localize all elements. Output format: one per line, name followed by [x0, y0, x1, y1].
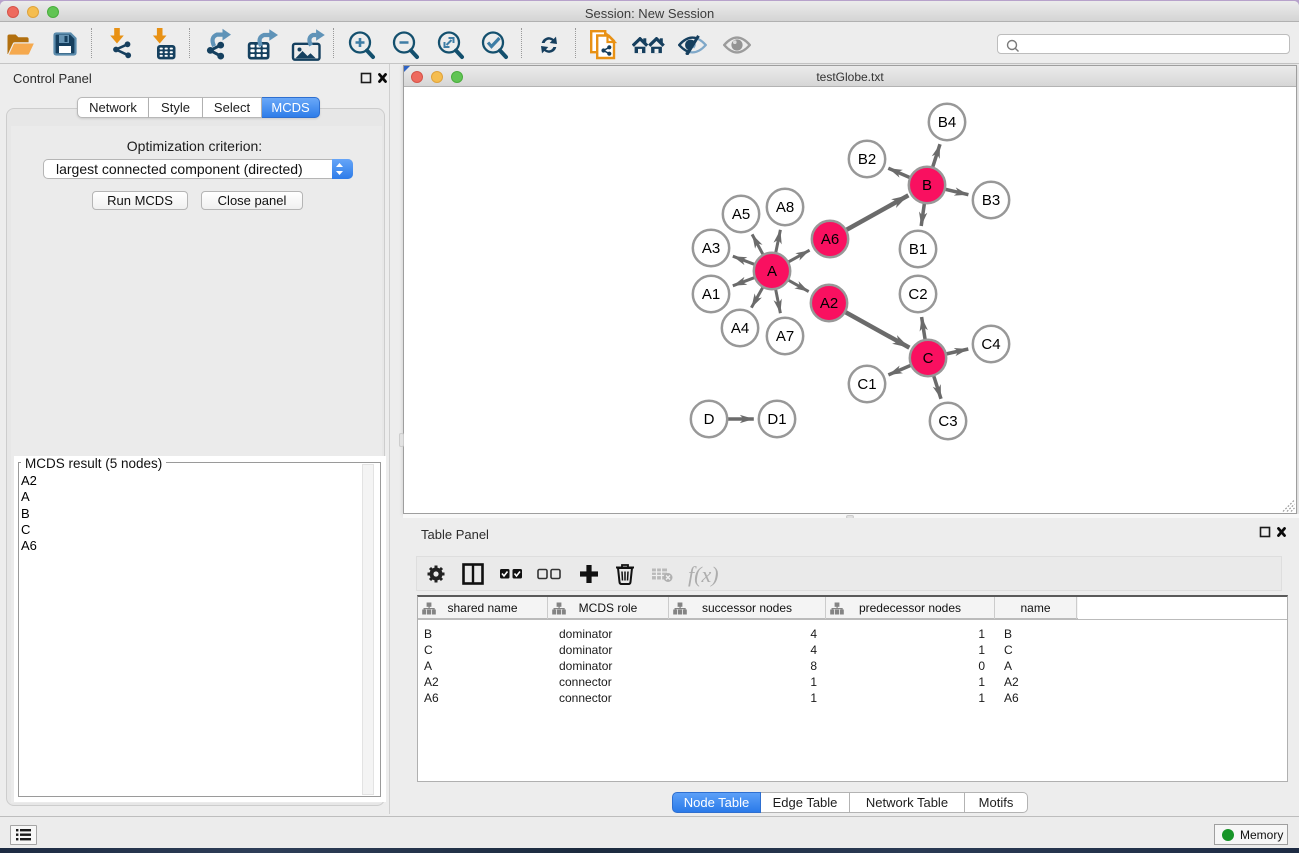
svg-text:B2: B2: [858, 151, 876, 168]
svg-text:D1: D1: [767, 411, 786, 428]
svg-text:B4: B4: [938, 114, 956, 131]
svg-text:B: B: [922, 177, 932, 194]
svg-text:f(x): f(x): [688, 562, 719, 587]
svg-text:A1: A1: [702, 286, 720, 303]
svg-text:C3: C3: [938, 413, 957, 430]
svg-text:B3: B3: [982, 192, 1000, 209]
svg-text:C1: C1: [857, 376, 876, 393]
svg-text:A5: A5: [732, 206, 750, 223]
svg-text:A3: A3: [702, 240, 720, 257]
svg-text:Memory: Memory: [1240, 828, 1283, 842]
svg-text:B1: B1: [909, 241, 927, 258]
svg-text:A7: A7: [776, 328, 794, 345]
svg-text:C2: C2: [908, 286, 927, 303]
svg-text:A6: A6: [821, 231, 839, 248]
svg-text:A2: A2: [820, 295, 838, 312]
svg-text:A: A: [767, 263, 777, 280]
svg-text:C4: C4: [981, 336, 1000, 353]
svg-text:C: C: [923, 350, 934, 367]
svg-text:A8: A8: [776, 199, 794, 216]
svg-text:A4: A4: [731, 320, 749, 337]
svg-text:D: D: [704, 411, 715, 428]
